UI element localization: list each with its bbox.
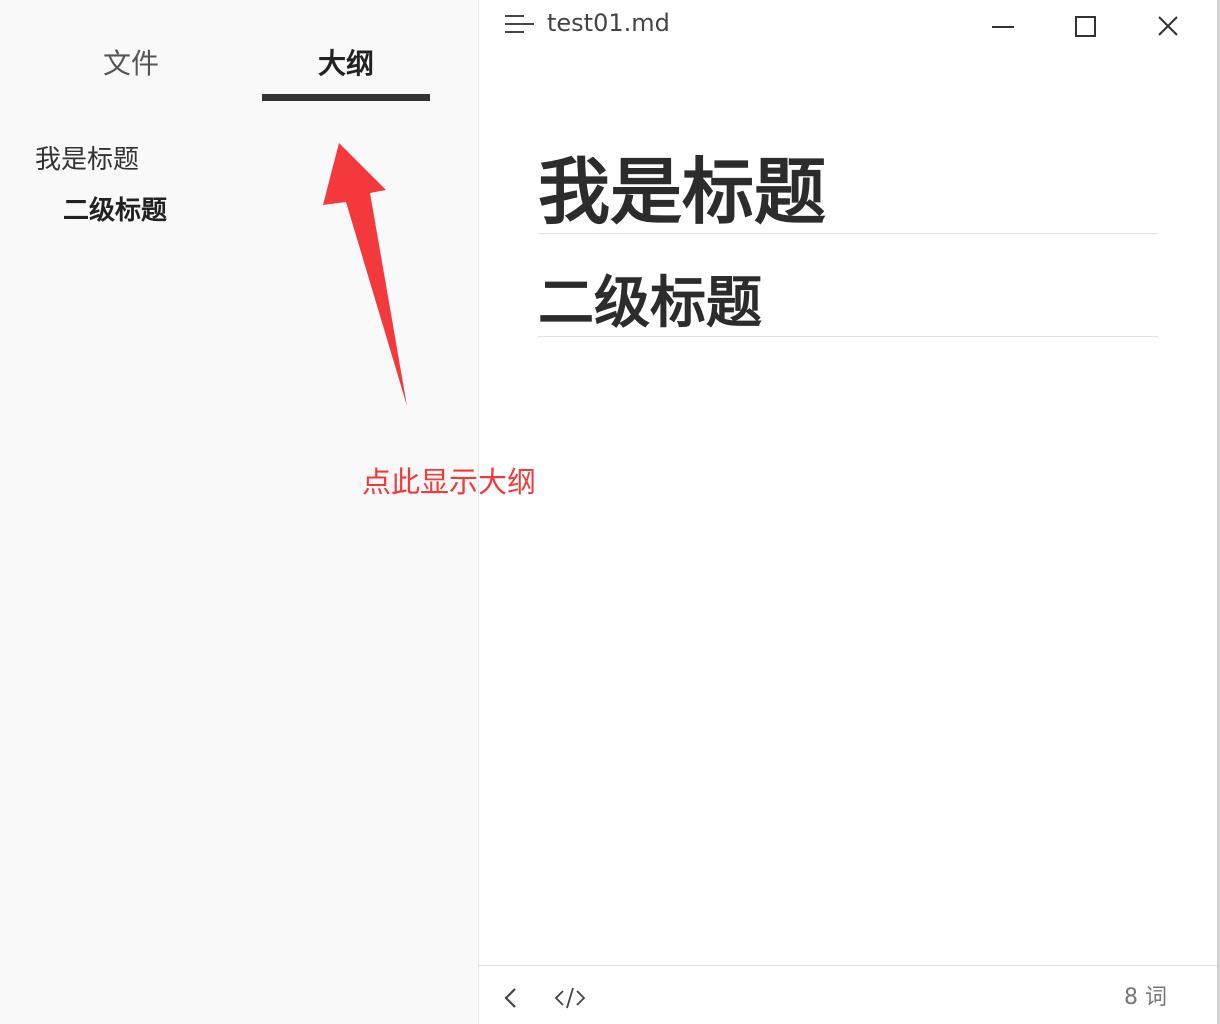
chevron-left-icon (504, 988, 516, 1008)
maximize-button[interactable] (1065, 10, 1105, 44)
code-icon (554, 987, 586, 1009)
maximize-icon (1075, 16, 1096, 37)
word-count[interactable]: 8 词 (1124, 982, 1167, 1014)
heading2-divider (538, 336, 1158, 337)
editor-pane: test01.md 我是标题 二级标题 8 词 (479, 0, 1220, 1024)
sidebar: 文件 大纲 我是标题 二级标题 (0, 0, 479, 1024)
annotation-label: 点此显示大纲 (362, 465, 537, 499)
source-mode-button[interactable] (553, 984, 587, 1012)
outline-item-heading1[interactable]: 我是标题 (35, 142, 139, 178)
file-name: test01.md (547, 9, 670, 37)
status-bar: 8 词 (479, 965, 1217, 1024)
close-button[interactable] (1148, 10, 1188, 44)
tab-outline[interactable]: 大纲 (262, 40, 430, 88)
typora-window: 文件 大纲 我是标题 二级标题 test01.md 我是标题 二级标题 8 词 … (0, 0, 1220, 1024)
toggle-sidebar-button[interactable] (495, 984, 529, 1012)
minimize-icon (992, 26, 1014, 28)
minimize-button[interactable] (982, 10, 1022, 44)
document-heading1[interactable]: 我是标题 (538, 150, 1158, 234)
active-tab-indicator (262, 94, 430, 101)
menu-icon[interactable] (504, 13, 536, 37)
outline-item-heading2[interactable]: 二级标题 (63, 193, 167, 229)
document-heading2[interactable]: 二级标题 (538, 270, 1158, 338)
tab-files[interactable]: 文件 (48, 40, 214, 88)
heading1-divider (538, 233, 1158, 234)
close-icon (1158, 16, 1178, 36)
